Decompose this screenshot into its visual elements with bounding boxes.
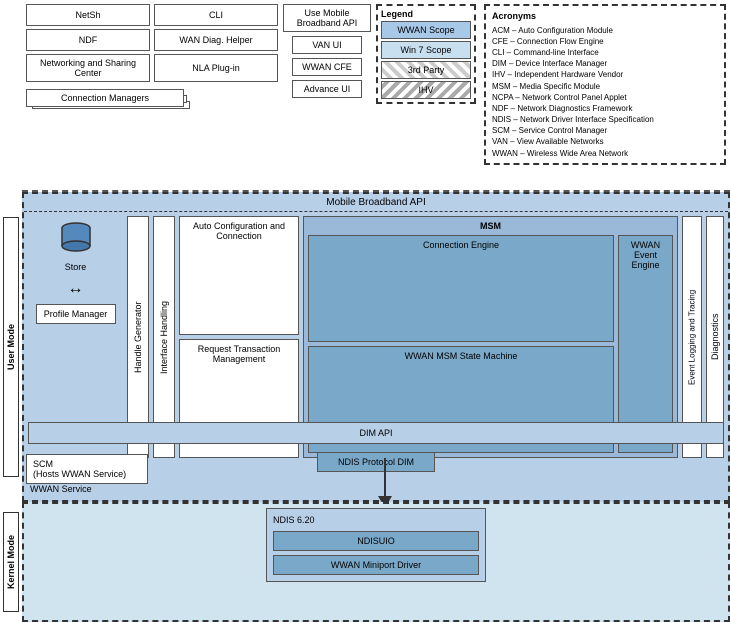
- store-label: Store: [65, 262, 87, 272]
- connection-managers-stack: Connection Managers: [26, 89, 191, 159]
- wwan-cfe-box: WWAN CFE: [292, 58, 362, 76]
- middle-col: Use Mobile Broadband API VAN UI WWAN CFE…: [282, 0, 372, 190]
- acronym-line-2: CFE – Connection Flow Engine: [492, 36, 718, 47]
- msm-left: Connection Engine WWAN MSM State Machine: [308, 235, 614, 453]
- kernel-mode-section: NDIS 6.20 NDISUIO WWAN Miniport Driver: [22, 502, 730, 622]
- party-box: 3rd Party: [381, 61, 471, 79]
- wan-diag-box: WAN Diag. Helper: [154, 29, 278, 51]
- vertical-arrow: [375, 458, 395, 508]
- acronym-line-7: NCPA – Network Control Panel Applet: [492, 92, 718, 103]
- ndisuio-box: NDISUIO: [273, 531, 479, 551]
- acronym-line-12: WWAN – Wireless Wide Area Network: [492, 148, 718, 159]
- user-mode-label-container: User Mode: [0, 192, 22, 502]
- wwan-event-box: WWAN Event Engine: [618, 235, 673, 453]
- kernel-mode-label: Kernel Mode: [3, 512, 19, 612]
- acronyms-panel: Acronyms ACM – Auto Configuration Module…: [484, 4, 726, 165]
- acronym-line-9: NDIS – Network Driver Interface Specific…: [492, 114, 718, 125]
- win7-scope-box: Win 7 Scope: [381, 41, 471, 59]
- store-icon: [58, 220, 94, 256]
- acronym-line-5: IHV – Independent Hardware Vendor: [492, 69, 718, 80]
- scm-line1: SCM: [33, 459, 141, 469]
- acronyms-title: Acronyms: [492, 10, 718, 23]
- cli-box: CLI: [154, 4, 278, 26]
- acronyms-area: Acronyms ACM – Auto Configuration Module…: [480, 0, 730, 190]
- acronym-line-8: NDF – Network Diagnostics Framework: [492, 103, 718, 114]
- legend-area: Legend WWAN Scope Win 7 Scope 3rd Party …: [372, 0, 480, 190]
- tools-area: NetSh CLI NDF WAN Diag. Helper Networkin…: [22, 0, 282, 190]
- msm-inner: Connection Engine WWAN MSM State Machine…: [308, 235, 673, 453]
- scm-line2: (Hosts WWAN Service): [33, 469, 141, 479]
- wwan-scope-box: WWAN Scope: [381, 21, 471, 39]
- ndf-box: NDF: [26, 29, 150, 51]
- scm-box: SCM (Hosts WWAN Service): [26, 454, 148, 484]
- van-ui-box: VAN UI: [292, 36, 362, 54]
- acronym-line-6: MSM – Media Specific Module: [492, 81, 718, 92]
- user-mode-label: User Mode: [3, 217, 19, 477]
- kernel-mode-label-container: Kernel Mode: [0, 502, 22, 622]
- networking-box: Networking and Sharing Center: [26, 54, 150, 82]
- profile-manager-box: Profile Manager: [36, 304, 116, 324]
- ndis-outer: NDIS 6.20 NDISUIO WWAN Miniport Driver: [266, 508, 486, 582]
- kernel-inner: NDIS 6.20 NDISUIO WWAN Miniport Driver: [24, 504, 728, 586]
- acronym-line-11: VAN – View Available Networks: [492, 136, 718, 147]
- ndis-620-label: NDIS 6.20: [273, 515, 479, 525]
- acronym-line-3: CLI – Command-line Interface: [492, 47, 718, 58]
- msm-title: MSM: [308, 221, 673, 231]
- netsh-box: NetSh: [26, 4, 150, 26]
- mobile-api-header: Mobile Broadband API: [24, 194, 728, 212]
- ihv-box: IHV: [381, 81, 471, 99]
- acronym-line-10: SCM – Service Control Manager: [492, 125, 718, 136]
- acronym-line-4: DIM – Device Interface Manager: [492, 58, 718, 69]
- conn-managers-box: Connection Managers: [26, 89, 184, 107]
- auto-config-box: Auto Configuration and Connection: [179, 216, 299, 335]
- dim-api-bar: DIM API: [28, 422, 724, 444]
- legend-box: Legend WWAN Scope Win 7 Scope 3rd Party …: [376, 4, 476, 104]
- mobile-broadband-label: Use Mobile Broadband API: [283, 4, 371, 32]
- wwan-miniport-box: WWAN Miniport Driver: [273, 555, 479, 575]
- acronym-line-1: ACM – Auto Configuration Module: [492, 25, 718, 36]
- connection-engine-box: Connection Engine: [308, 235, 614, 342]
- legend-title: Legend: [381, 9, 471, 19]
- nla-plug-box: NLA Plug-in: [154, 54, 278, 82]
- store-arrow: ↔: [68, 280, 84, 298]
- advance-ui-box: Advance UI: [292, 80, 362, 98]
- top-section: NetSh CLI NDF WAN Diag. Helper Networkin…: [22, 0, 730, 192]
- scm-section: SCM (Hosts WWAN Service): [22, 450, 152, 488]
